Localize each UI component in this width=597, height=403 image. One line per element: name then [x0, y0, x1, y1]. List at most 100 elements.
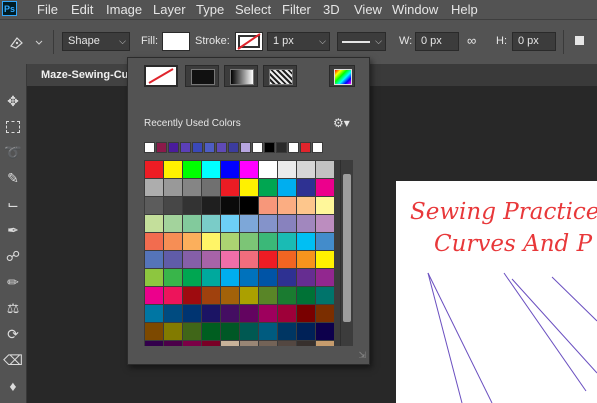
recent-color-swatch[interactable] — [216, 142, 227, 153]
pen-tool-preset-icon[interactable] — [7, 33, 43, 51]
color-swatch[interactable] — [240, 197, 258, 214]
color-swatch[interactable] — [316, 251, 334, 268]
color-swatch[interactable] — [297, 305, 315, 322]
color-swatch[interactable] — [145, 179, 163, 196]
color-swatch[interactable] — [259, 179, 277, 196]
document-tab[interactable]: Maze-Sewing-Cu — [27, 64, 132, 86]
color-swatch[interactable] — [297, 251, 315, 268]
color-swatch[interactable] — [316, 233, 334, 250]
fill-swatch[interactable] — [162, 32, 190, 51]
color-swatch[interactable] — [164, 269, 182, 286]
height-field[interactable]: 0 px — [512, 32, 556, 51]
menu-type[interactable]: Type — [196, 2, 224, 17]
menu-filter[interactable]: Filter — [282, 2, 311, 17]
color-swatch[interactable] — [278, 341, 296, 346]
color-swatch[interactable] — [183, 269, 201, 286]
color-swatch[interactable] — [316, 197, 334, 214]
color-swatch[interactable] — [183, 251, 201, 268]
color-swatch[interactable] — [221, 287, 239, 304]
color-swatch[interactable] — [164, 287, 182, 304]
color-swatch[interactable] — [202, 179, 220, 196]
recent-color-swatch[interactable] — [144, 142, 155, 153]
width-field[interactable]: 0 px — [415, 32, 459, 51]
color-swatch[interactable] — [278, 233, 296, 250]
color-swatch[interactable] — [316, 215, 334, 232]
color-swatch[interactable] — [221, 341, 239, 346]
color-swatch[interactable] — [316, 179, 334, 196]
move-tool-icon[interactable]: ✥ — [2, 90, 24, 112]
color-swatch[interactable] — [240, 269, 258, 286]
stroke-width-field[interactable]: 1 px ⌵ — [267, 32, 330, 51]
color-swatch[interactable] — [202, 287, 220, 304]
recent-color-swatch[interactable] — [240, 142, 251, 153]
color-swatch[interactable] — [202, 269, 220, 286]
color-swatch[interactable] — [164, 215, 182, 232]
color-swatch[interactable] — [202, 161, 220, 178]
color-picker-button[interactable] — [329, 65, 355, 87]
color-swatch[interactable] — [145, 251, 163, 268]
healing-brush-tool-icon[interactable]: ☍ — [2, 245, 24, 267]
menu-file[interactable]: File — [37, 2, 58, 17]
color-swatch[interactable] — [164, 233, 182, 250]
color-swatch[interactable] — [183, 233, 201, 250]
color-swatch[interactable] — [259, 323, 277, 340]
color-swatch[interactable] — [221, 269, 239, 286]
color-swatch[interactable] — [240, 215, 258, 232]
menu-edit[interactable]: Edit — [71, 2, 93, 17]
color-swatch[interactable] — [278, 251, 296, 268]
color-swatch[interactable] — [297, 269, 315, 286]
color-swatch[interactable] — [202, 323, 220, 340]
color-swatch[interactable] — [278, 269, 296, 286]
recent-color-swatch[interactable] — [156, 142, 167, 153]
color-swatch[interactable] — [240, 305, 258, 322]
recent-color-swatch[interactable] — [300, 142, 311, 153]
recent-color-swatch[interactable] — [252, 142, 263, 153]
color-swatch[interactable] — [183, 215, 201, 232]
color-swatch[interactable] — [164, 251, 182, 268]
paint-bucket-tool-icon[interactable]: ♦ — [2, 375, 24, 397]
color-swatch[interactable] — [164, 179, 182, 196]
color-swatch[interactable] — [145, 161, 163, 178]
color-swatch[interactable] — [164, 161, 182, 178]
recent-color-swatch[interactable] — [228, 142, 239, 153]
color-swatch[interactable] — [278, 323, 296, 340]
color-swatch[interactable] — [240, 161, 258, 178]
swatches-scrollbar[interactable] — [340, 160, 353, 346]
color-swatch[interactable] — [202, 233, 220, 250]
recent-color-swatch[interactable] — [312, 142, 323, 153]
color-swatch[interactable] — [259, 197, 277, 214]
color-swatch[interactable] — [221, 215, 239, 232]
color-swatch[interactable] — [145, 287, 163, 304]
color-swatch[interactable] — [278, 179, 296, 196]
color-swatch[interactable] — [240, 251, 258, 268]
marquee-tool-icon[interactable] — [2, 115, 24, 137]
menu-view[interactable]: View — [354, 2, 382, 17]
gradient-button[interactable] — [224, 65, 258, 87]
color-swatch[interactable] — [278, 215, 296, 232]
color-swatch[interactable] — [297, 161, 315, 178]
color-swatch[interactable] — [278, 197, 296, 214]
color-swatch[interactable] — [164, 341, 182, 346]
link-icon[interactable]: ∞ — [467, 33, 476, 48]
color-swatch[interactable] — [145, 215, 163, 232]
color-swatch[interactable] — [202, 341, 220, 346]
color-swatch[interactable] — [202, 305, 220, 322]
recent-color-swatch[interactable] — [276, 142, 287, 153]
color-swatch[interactable] — [183, 305, 201, 322]
color-swatch[interactable] — [316, 305, 334, 322]
recent-color-swatch[interactable] — [288, 142, 299, 153]
color-swatch[interactable] — [164, 305, 182, 322]
color-swatch[interactable] — [221, 179, 239, 196]
path-operations-icon[interactable] — [575, 36, 584, 45]
recent-color-swatch[interactable] — [192, 142, 203, 153]
gear-icon[interactable]: ⚙▾ — [333, 116, 350, 130]
color-swatch[interactable] — [145, 197, 163, 214]
lasso-tool-icon[interactable]: ➰ — [2, 141, 24, 163]
color-swatch[interactable] — [221, 197, 239, 214]
menu-3d[interactable]: 3D — [323, 2, 340, 17]
menu-image[interactable]: Image — [106, 2, 142, 17]
color-swatch[interactable] — [297, 323, 315, 340]
stroke-type-dropdown[interactable]: ⌵ — [337, 32, 386, 51]
color-swatch[interactable] — [316, 323, 334, 340]
color-swatch[interactable] — [202, 197, 220, 214]
